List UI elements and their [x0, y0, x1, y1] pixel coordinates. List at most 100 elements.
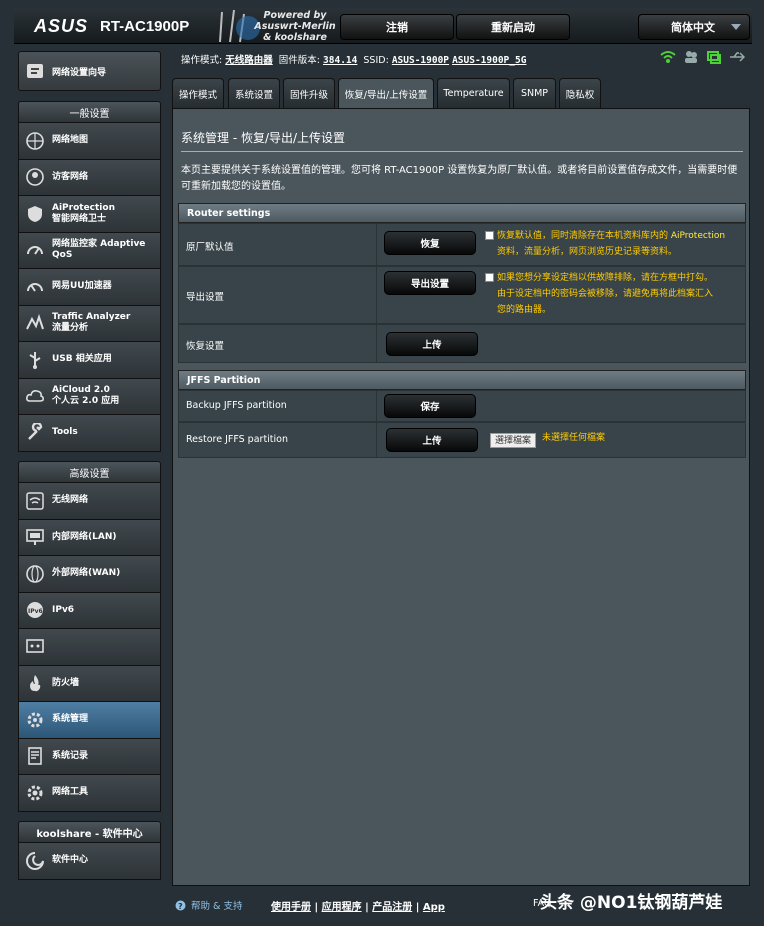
- uu-accelerator-icon: [27, 282, 43, 292]
- sidebar-item-label: 网易UU加速器: [52, 281, 112, 292]
- help-label: 帮助 & 支持: [191, 901, 243, 912]
- upload-label: 恢复设置: [186, 341, 225, 352]
- sidebar-item-label: 系统管理: [52, 714, 89, 725]
- upload-button[interactable]: 上传: [386, 332, 478, 356]
- clear-data-checkbox[interactable]: [485, 231, 494, 240]
- sidebar-item-aiprotection[interactable]: AiProtection 智能网络卫士: [18, 196, 161, 233]
- aiprotection-icon: [28, 205, 42, 222]
- page-description: 本页主要提供关于系统设置值的管理。您可将 RT-AC1900P 设置恢复为原厂默…: [181, 165, 738, 192]
- wifi-status-icon[interactable]: [660, 50, 676, 64]
- factory-default-row: 原厂默认值 恢复 恢复默认值，同时清除存在本机资料库内的 AiProtectio…: [178, 223, 746, 266]
- sidebar-item-label: 网络监控家 Adaptive QoS: [52, 239, 146, 261]
- mode-value-link[interactable]: 无线路由器: [225, 55, 273, 66]
- ssid-24g-link[interactable]: ASUS-1900P: [392, 55, 449, 66]
- tab-system[interactable]: 系统设置: [228, 78, 280, 108]
- clients-icon[interactable]: [683, 50, 699, 64]
- sidebar-item-usb[interactable]: USB 相关应用: [18, 342, 161, 379]
- ipv6-icon: IPv6: [27, 602, 43, 619]
- sidebar-item-label: 外部网络(WAN): [52, 568, 121, 579]
- sidebar-item-wireless[interactable]: 无线网络: [18, 483, 161, 520]
- sidebar-item-network-tools[interactable]: 网络工具: [18, 775, 161, 812]
- factory-default-label: 原厂默认值: [186, 242, 234, 253]
- merlin-line2: Asuswrt-Merlin: [254, 21, 336, 32]
- aicloud-icon: [26, 390, 45, 403]
- chevron-down-icon: [731, 24, 741, 30]
- no-file-text: 未選擇任何檔案: [542, 433, 606, 443]
- sidebar-item-lan[interactable]: 内部网络(LAN): [18, 519, 161, 556]
- svg-text:IPv6: IPv6: [28, 608, 43, 615]
- guest-network-icon: [26, 168, 44, 187]
- sidebar-item-system-log[interactable]: 系统记录: [18, 738, 161, 775]
- sidebar-item-traffic-analyzer[interactable]: Traffic Analyzer 流量分析: [18, 305, 161, 342]
- sidebar-item-label: 系统记录: [52, 750, 89, 761]
- sidebar-item-ipv6[interactable]: IPv6 IPv6: [18, 592, 161, 629]
- language-value: 简体中文: [671, 21, 715, 34]
- svg-text:?: ?: [178, 902, 183, 911]
- aiprotection-link[interactable]: AiProtection: [671, 231, 725, 241]
- apps-link[interactable]: 应用程序: [322, 902, 362, 913]
- restore-note-text2: 资料，流量分析，网页浏览历史记录等资料。: [497, 247, 678, 257]
- sidebar-item-uu-accelerator[interactable]: 网易UU加速器: [18, 269, 161, 306]
- help-support-link[interactable]: ? 帮助 & 支持: [175, 898, 242, 912]
- tab-operation-mode[interactable]: 操作模式: [172, 78, 224, 108]
- advanced-menu: 无线网络内部网络(LAN) 外部网络(WAN) IPv6 IPv6 防火墙系统管理系统记…: [18, 483, 161, 812]
- sidebar-item-firewall[interactable]: 防火墙: [18, 665, 161, 702]
- manual-link[interactable]: 使用手册: [271, 902, 311, 913]
- export-button[interactable]: 导出设置: [384, 271, 476, 295]
- tab-snmp[interactable]: SNMP: [513, 78, 556, 108]
- ssid-label: SSID:: [363, 55, 389, 66]
- sidebar-item-administration[interactable]: 系统管理: [18, 702, 161, 739]
- sidebar-item-vpn[interactable]: [18, 629, 161, 666]
- help-icon: ?: [175, 900, 186, 911]
- share-config-checkbox[interactable]: [485, 273, 494, 282]
- setup-wizard-button[interactable]: 网络设置向导: [18, 51, 161, 91]
- sidebar-item-label: 无线网络: [52, 495, 89, 506]
- network-map-icon: [26, 131, 44, 150]
- general-menu: 网络地图访客网络 AiProtection 智能网络卫士网络监控家 Adaptive…: [18, 123, 161, 452]
- sidebar-item-software-center[interactable]: 软件中心: [18, 843, 161, 880]
- usb-icon: [29, 351, 41, 369]
- sidebar-item-label: 内部网络(LAN): [52, 531, 117, 542]
- export-label: 导出设置: [186, 292, 225, 303]
- footer-links: 使用手册 | 应用程序 | 产品注册 | App: [271, 902, 445, 913]
- restore-jffs-row: Restore JFFS partition 上传 選擇檔案 未選擇任何檔案: [178, 422, 746, 458]
- wizard-label: 网络设置向导: [52, 67, 107, 78]
- ssid-5g-link[interactable]: ASUS-1900P_5G: [452, 55, 526, 66]
- save-jffs-button[interactable]: 保存: [384, 394, 476, 418]
- koolshare-menu: 软件中心: [18, 843, 161, 880]
- tab-firmware[interactable]: 固件升级: [283, 78, 335, 108]
- firmware-label: 固件版本:: [278, 55, 320, 66]
- sidebar-item-network-map[interactable]: 网络地图: [18, 123, 161, 160]
- restore-button[interactable]: 恢复: [384, 231, 476, 255]
- sidebar-item-label: USB 相关应用: [52, 354, 112, 365]
- system-log-icon: [28, 747, 42, 766]
- tab-restore-save-upload[interactable]: 恢复/导出/上传设置: [338, 78, 434, 108]
- sidebar-item-label: 网络地图: [52, 135, 89, 146]
- firmware-value-link[interactable]: 384.14: [323, 55, 357, 66]
- sidebar-item-tools[interactable]: Tools: [18, 415, 161, 452]
- koolshare-section-title: koolshare - 软件中心: [18, 821, 161, 843]
- sidebar-item-wan[interactable]: 外部网络(WAN): [18, 556, 161, 593]
- export-note: 如果您想分享设定档以供故障排除，请在方框中打勾。由于设定档中的密码会被移除，请避…: [497, 273, 714, 315]
- usb-status-icon[interactable]: [706, 50, 722, 64]
- sidebar-item-label: AiCloud 2.0 个人云 2.0 应用: [52, 385, 120, 407]
- tab-privacy[interactable]: 隐私权: [559, 78, 601, 108]
- sidebar-item-label: 软件中心: [52, 855, 89, 866]
- sidebar-item-guest-network[interactable]: 访客网络: [18, 159, 161, 196]
- upload-jffs-button[interactable]: 上传: [386, 428, 478, 452]
- sidebar-item-qos[interactable]: 网络监控家 Adaptive QoS: [18, 232, 161, 269]
- router-model: RT-AC1900P: [100, 18, 190, 35]
- product-registration-link[interactable]: 产品注册: [372, 902, 412, 913]
- tab-temperature[interactable]: Temperature: [437, 78, 510, 108]
- watermark: 头条 @NO1钛钢葫芦娃: [540, 893, 723, 913]
- mode-label: 操作模式:: [181, 55, 223, 66]
- sidebar-item-aicloud[interactable]: AiCloud 2.0 个人云 2.0 应用: [18, 378, 161, 415]
- app-link[interactable]: App: [423, 902, 445, 913]
- restore-note-text: 恢复默认值，同时清除存在本机资料库内的: [497, 231, 671, 241]
- reboot-button[interactable]: 重新启动: [456, 14, 570, 40]
- language-select[interactable]: 简体中文: [638, 14, 750, 40]
- choose-file-button[interactable]: 選擇檔案: [490, 433, 537, 448]
- usb-device-icon[interactable]: [729, 50, 745, 64]
- logout-button[interactable]: 注销: [340, 14, 454, 40]
- tools-icon: [28, 422, 43, 440]
